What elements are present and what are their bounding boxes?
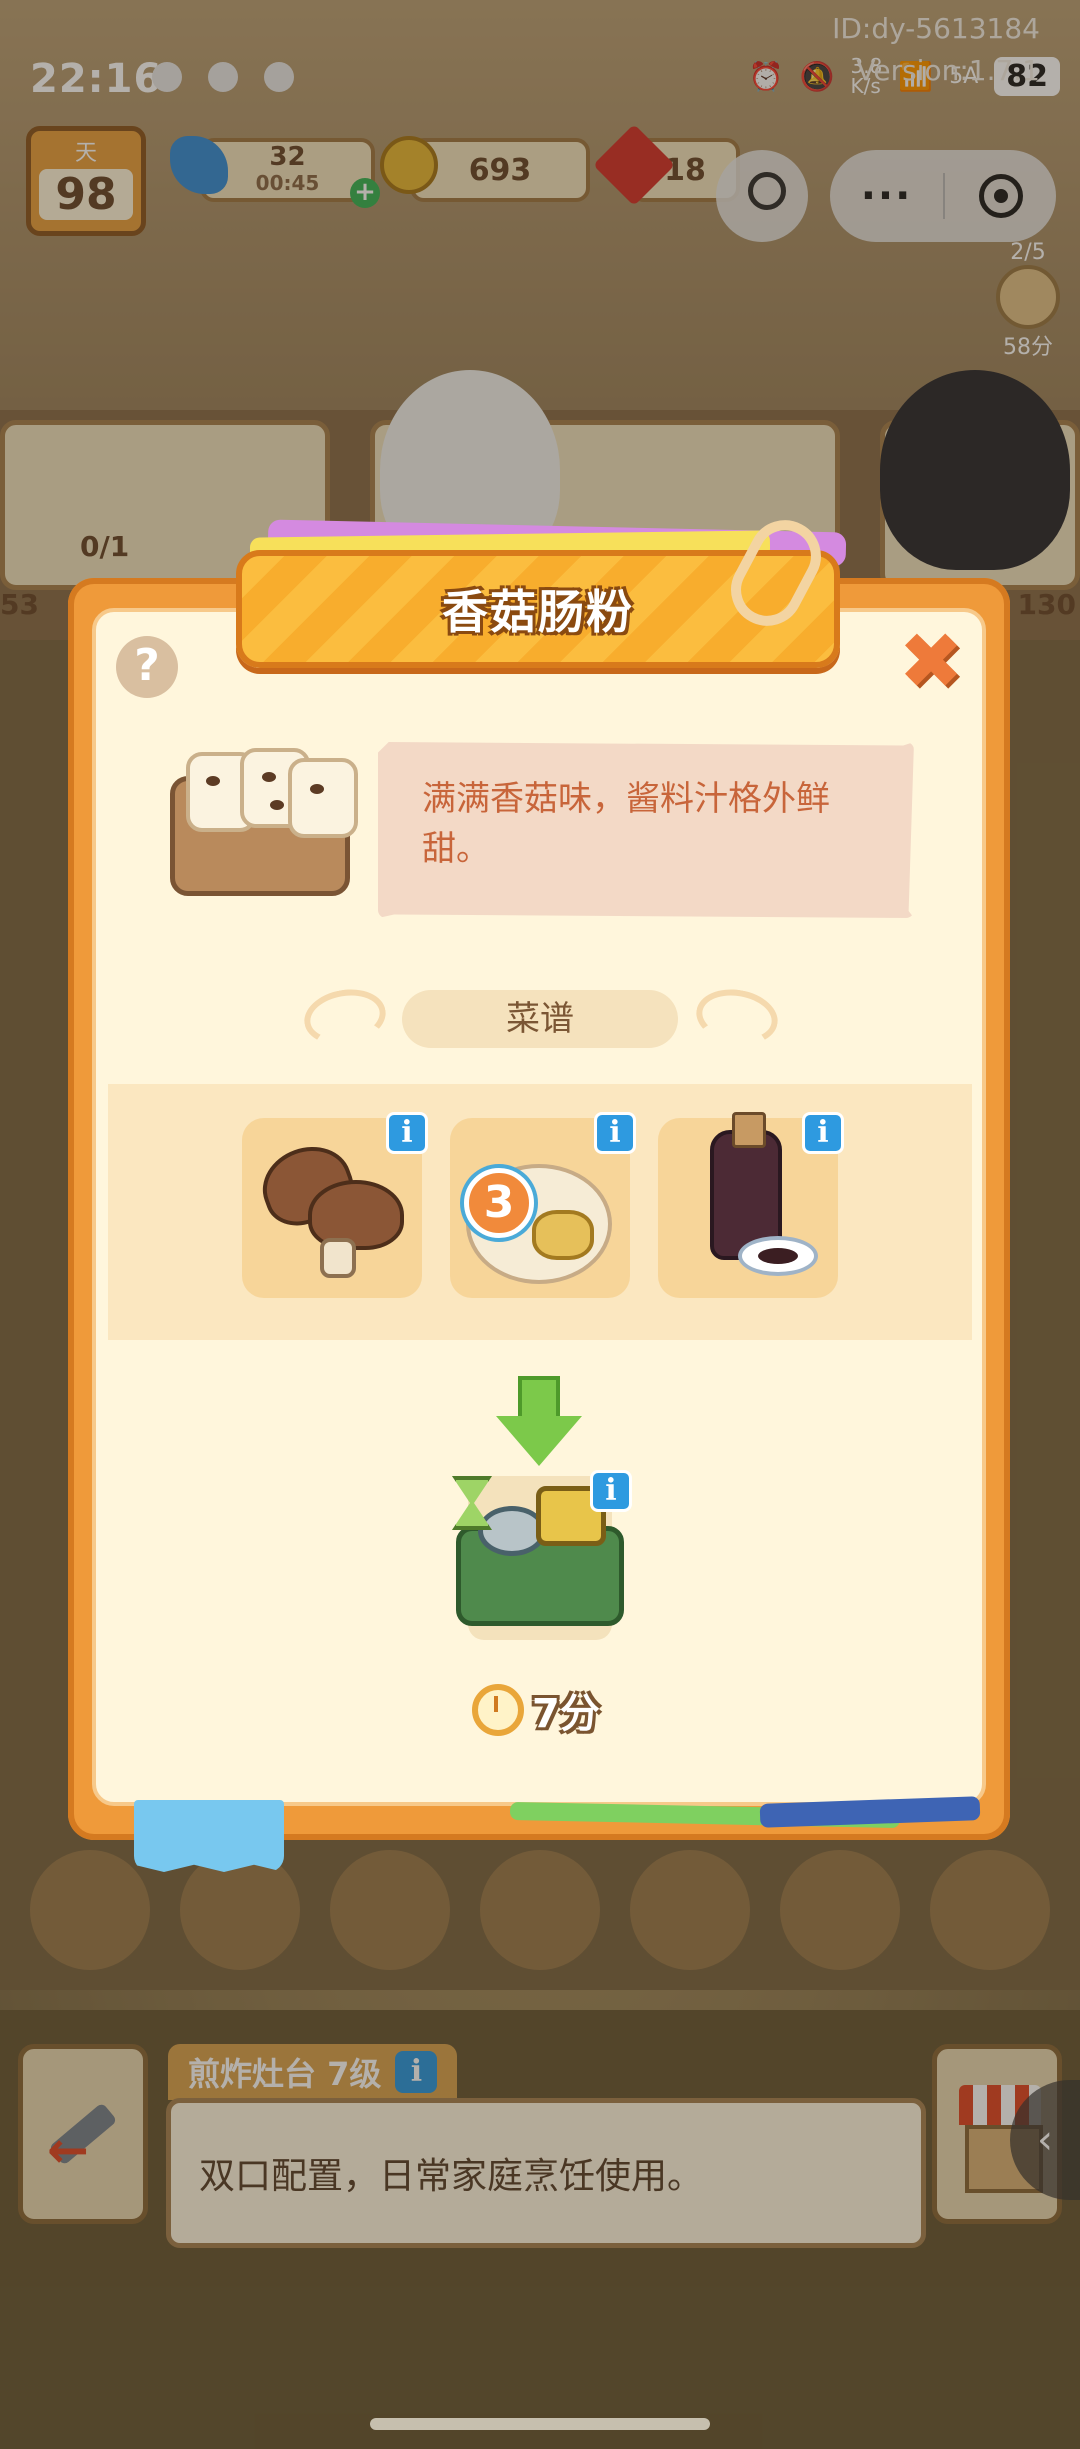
decor-tape-blue [134, 1800, 284, 1872]
close-button[interactable]: ✖ [896, 623, 966, 701]
noodle-roll [288, 758, 358, 838]
ingredient-info-button[interactable]: i [386, 1112, 428, 1154]
ingredient-shiitake[interactable]: i [242, 1112, 428, 1298]
help-button[interactable]: ? [116, 636, 178, 698]
ingredient-rice-noodle-sheet[interactable]: 3 i [450, 1112, 636, 1298]
arrow-shaft [518, 1376, 560, 1420]
arrow-head [496, 1416, 582, 1466]
stopwatch-icon [472, 1684, 524, 1736]
ingredient-count-badge: 3 [464, 1168, 534, 1238]
mushroom-stem [320, 1238, 356, 1278]
swirl-ornament-icon [299, 983, 391, 1051]
dish-title: 香菇肠粉 [442, 585, 634, 639]
cooking-station-card[interactable]: i [452, 1470, 632, 1640]
sauce-dish-icon [738, 1236, 818, 1276]
station-card-info-button[interactable]: i [590, 1470, 632, 1512]
cook-time: 7分 [532, 1691, 600, 1737]
ingredient-soy-sauce[interactable]: i [658, 1112, 844, 1298]
mushroom-bit [310, 784, 324, 794]
ingredient-info-button[interactable]: i [802, 1112, 844, 1154]
cook-time-row: 7分 [472, 1680, 600, 1740]
recipe-section-label: 菜谱 [402, 990, 678, 1048]
ingredients-row: i 3 i i [108, 1084, 972, 1340]
rice-noodle-roll-dish-icon [170, 746, 358, 906]
mushroom-bit [206, 776, 220, 786]
swirl-ornament-icon [691, 983, 783, 1051]
home-indicator[interactable] [370, 2418, 710, 2430]
rice-roll-icon [532, 1210, 594, 1260]
mushroom-bit [270, 800, 284, 810]
ingredient-info-button[interactable]: i [594, 1112, 636, 1154]
recipe-header: 菜谱 [108, 980, 972, 1058]
arrow-down-icon [496, 1376, 582, 1468]
dish-description: 满满香菇味，酱料汁格外鲜甜。 [378, 742, 914, 918]
mushroom-bit [262, 772, 276, 782]
